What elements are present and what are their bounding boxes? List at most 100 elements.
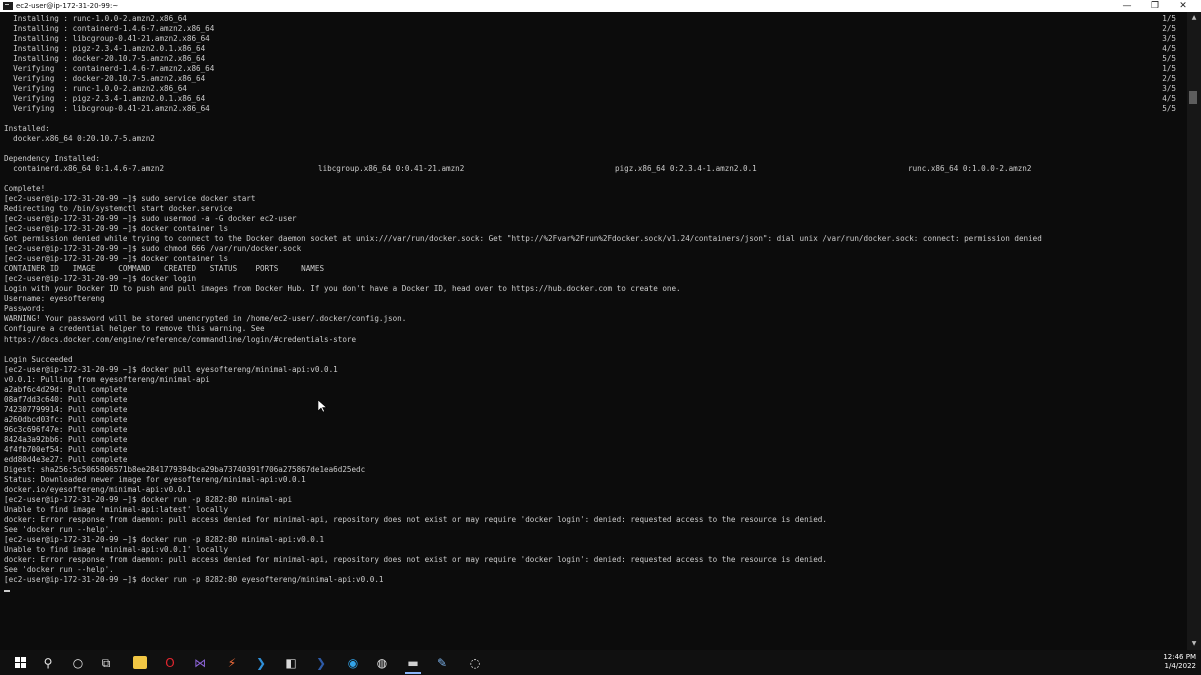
terminal-line: docker.x86_64 0:20.10.7-5.amzn2 [4, 134, 155, 144]
obs-icon: ◌ [469, 655, 481, 670]
progress-counter: 3/5 [1162, 34, 1176, 44]
terminal-line: Complete! [4, 184, 46, 194]
taskbar-console-window-button[interactable]: ▬ [403, 654, 423, 674]
terminal-line: Configure a credential helper to remove … [4, 324, 265, 334]
terminal-line: See 'docker run --help'. [4, 524, 114, 534]
system-clock[interactable]: 12:46 PM 1/4/2022 [1152, 653, 1196, 671]
terminal-line: Status: Downloaded newer image for eyeso… [4, 474, 306, 484]
close-button[interactable]: ✕ [1169, 0, 1197, 12]
terminal-line: [ec2-user@ip-172-31-20-99 ~]$ sudo servi… [4, 194, 256, 204]
clock-time: 12:46 PM [1163, 653, 1196, 661]
progress-counter: 1/5 [1162, 14, 1176, 23]
visual-studio-icon: ⋈ [194, 655, 206, 670]
terminal-line: a2abf6c4d29d: Pull complete [4, 384, 128, 394]
taskbar-search-button[interactable]: ⚲ [38, 654, 58, 671]
terminal-line: [ec2-user@ip-172-31-20-99 ~]$ sudo chmod… [4, 244, 302, 254]
taskbar-task-view-button[interactable]: ⧉ [96, 654, 116, 671]
terminal-app-icon: ◧ [285, 655, 297, 670]
taskbar-powershell-button[interactable]: ❯ [311, 654, 331, 671]
vertical-scrollbar[interactable] [1187, 12, 1201, 650]
terminal-line: Verifying : runc-1.0.0-2.amzn2.x86_64 [4, 84, 187, 94]
search-icon: ⚲ [43, 655, 53, 670]
taskbar-notes-app-button[interactable]: ✎ [432, 654, 452, 671]
terminal-line: WARNING! Your password will be stored un… [4, 314, 407, 324]
terminal-output[interactable]: Installing : runc-1.0.0-2.amzn2.x86_64 I… [0, 12, 1187, 650]
yum-progress-column: 1/5 2/5 3/5 4/5 5/5 1/5 2/5 3/5 4/5 5/5 [1150, 14, 1176, 114]
progress-counter: 1/5 [1162, 64, 1176, 74]
progress-counter: 4/5 [1162, 94, 1176, 104]
terminal-line: Installing : libcgroup-0.41-21.amzn2.x86… [4, 34, 210, 44]
terminal-line: [ec2-user@ip-172-31-20-99 ~]$ docker con… [4, 224, 229, 234]
scrollbar-thumb[interactable] [1189, 91, 1197, 104]
terminal-line: Installing : containerd-1.4.6-7.amzn2.x8… [4, 24, 215, 34]
start-button[interactable] [10, 654, 30, 671]
taskbar-obs-button[interactable]: ◌ [465, 654, 485, 671]
vscode-icon: ❯ [255, 655, 267, 670]
window-title: ec2-user@ip-172-31-20-99:~ [16, 2, 119, 10]
terminal-line: 8424a3a92bb6: Pull complete [4, 434, 128, 444]
terminal-line: Got permission denied while trying to co… [4, 234, 1042, 244]
scroll-down-arrow-icon[interactable]: ▼ [1189, 640, 1199, 648]
progress-counter: 2/5 [1162, 24, 1176, 34]
terminal-line: See 'docker run --help'. [4, 564, 114, 574]
postman-icon: ⚡ [227, 655, 237, 670]
terminal-line: Unable to find image 'minimal-api:latest… [4, 504, 229, 514]
terminal-line: a260dbcd03fc: Pull complete [4, 414, 128, 424]
scroll-up-arrow-icon[interactable]: ▲ [1189, 14, 1199, 22]
terminal-line: [ec2-user@ip-172-31-20-99 ~]$ sudo userm… [4, 214, 297, 224]
title-bar: ec2-user@ip-172-31-20-99:~ — ❐ ✕ [0, 0, 1201, 12]
windows-logo-icon [14, 657, 26, 668]
progress-counter: 3/5 [1162, 84, 1176, 94]
mouse-pointer-icon [318, 400, 327, 413]
terminal-line: Verifying : libcgroup-0.41-21.amzn2.x86_… [4, 104, 210, 114]
terminal-line: [ec2-user@ip-172-31-20-99 ~]$ docker pul… [4, 364, 338, 374]
terminal-line: Installing : docker-20.10.7-5.amzn2.x86_… [4, 54, 206, 64]
powershell-icon: ❯ [315, 655, 327, 670]
terminal-line: Digest: sha256:5c5065806571b8ee284177939… [4, 464, 366, 474]
terminal-line: https://docs.docker.com/engine/reference… [4, 334, 357, 344]
taskbar-cortana-button[interactable]: ○ [68, 654, 88, 671]
taskbar: ⚲ ○ ⧉ O ⋈ ⚡ ❯ ◧ ❯ ◉ ◍ ▬ ✎ ◌ [0, 650, 1201, 675]
terminal-line: Login with your Docker ID to push and pu… [4, 284, 681, 294]
terminal-line: Installed: [4, 124, 50, 134]
terminal-line: [ec2-user@ip-172-31-20-99 ~]$ docker con… [4, 254, 229, 264]
progress-counter: 5/5 [1162, 104, 1176, 114]
console-window-icon: ▬ [407, 655, 419, 670]
terminal-line: docker.io/eyesoftereng/minimal-api:v0.0.… [4, 484, 192, 494]
taskbar-visual-studio-button[interactable]: ⋈ [190, 654, 210, 671]
terminal-line: Username: eyesoftereng [4, 294, 105, 304]
terminal-line: Verifying : pigz-2.3.4-1.amzn2.0.1.x86_6… [4, 94, 206, 104]
minimize-button[interactable]: — [1113, 0, 1141, 12]
terminal-line: edd80d4e3e27: Pull complete [4, 454, 128, 464]
terminal-line: [ec2-user@ip-172-31-20-99 ~]$ docker run… [4, 534, 325, 544]
taskbar-edge-button[interactable]: ◉ [343, 654, 363, 671]
notes-app-icon: ✎ [436, 655, 448, 670]
terminal-line: Installing : runc-1.0.0-2.amzn2.x86_64 [4, 14, 187, 23]
dependency-libcgroup: libcgroup.x86_64 0:0.41-21.amzn2 [318, 164, 465, 173]
terminal-line: 4f4fb700ef54: Pull complete [4, 444, 128, 454]
cortana-icon: ○ [72, 655, 84, 670]
terminal-line: Login Succeeded [4, 354, 73, 364]
dependency-pigz: pigz.x86_64 0:2.3.4-1.amzn2.0.1 [615, 164, 757, 173]
taskbar-terminal-app-button[interactable]: ◧ [281, 654, 301, 671]
terminal-line: containerd.x86_64 0:1.4.6-7.amzn2 [4, 164, 165, 174]
terminal-line: Dependency Installed: [4, 154, 101, 164]
progress-counter: 5/5 [1162, 54, 1176, 64]
taskbar-opera-button[interactable]: O [160, 654, 180, 671]
progress-counter: 2/5 [1162, 74, 1176, 84]
taskbar-file-explorer-button[interactable] [130, 654, 150, 671]
terminal-line: 742307799914: Pull complete [4, 404, 128, 414]
terminal-line: v0.0.1: Pulling from eyesoftereng/minima… [4, 374, 210, 384]
dependency-runc: runc.x86_64 0:1.0.0-2.amzn2 [908, 164, 1032, 173]
terminal-line: [ec2-user@ip-172-31-20-99 ~]$ docker log… [4, 274, 197, 284]
taskbar-postman-button[interactable]: ⚡ [222, 654, 242, 671]
maximize-button[interactable]: ❐ [1141, 0, 1169, 12]
terminal-line: [ec2-user@ip-172-31-20-99 ~]$ docker run… [4, 494, 293, 504]
terminal-line: Installing : pigz-2.3.4-1.amzn2.0.1.x86_… [4, 44, 206, 54]
taskbar-chrome-button[interactable]: ◍ [372, 654, 392, 671]
taskbar-vscode-button[interactable]: ❯ [251, 654, 271, 671]
